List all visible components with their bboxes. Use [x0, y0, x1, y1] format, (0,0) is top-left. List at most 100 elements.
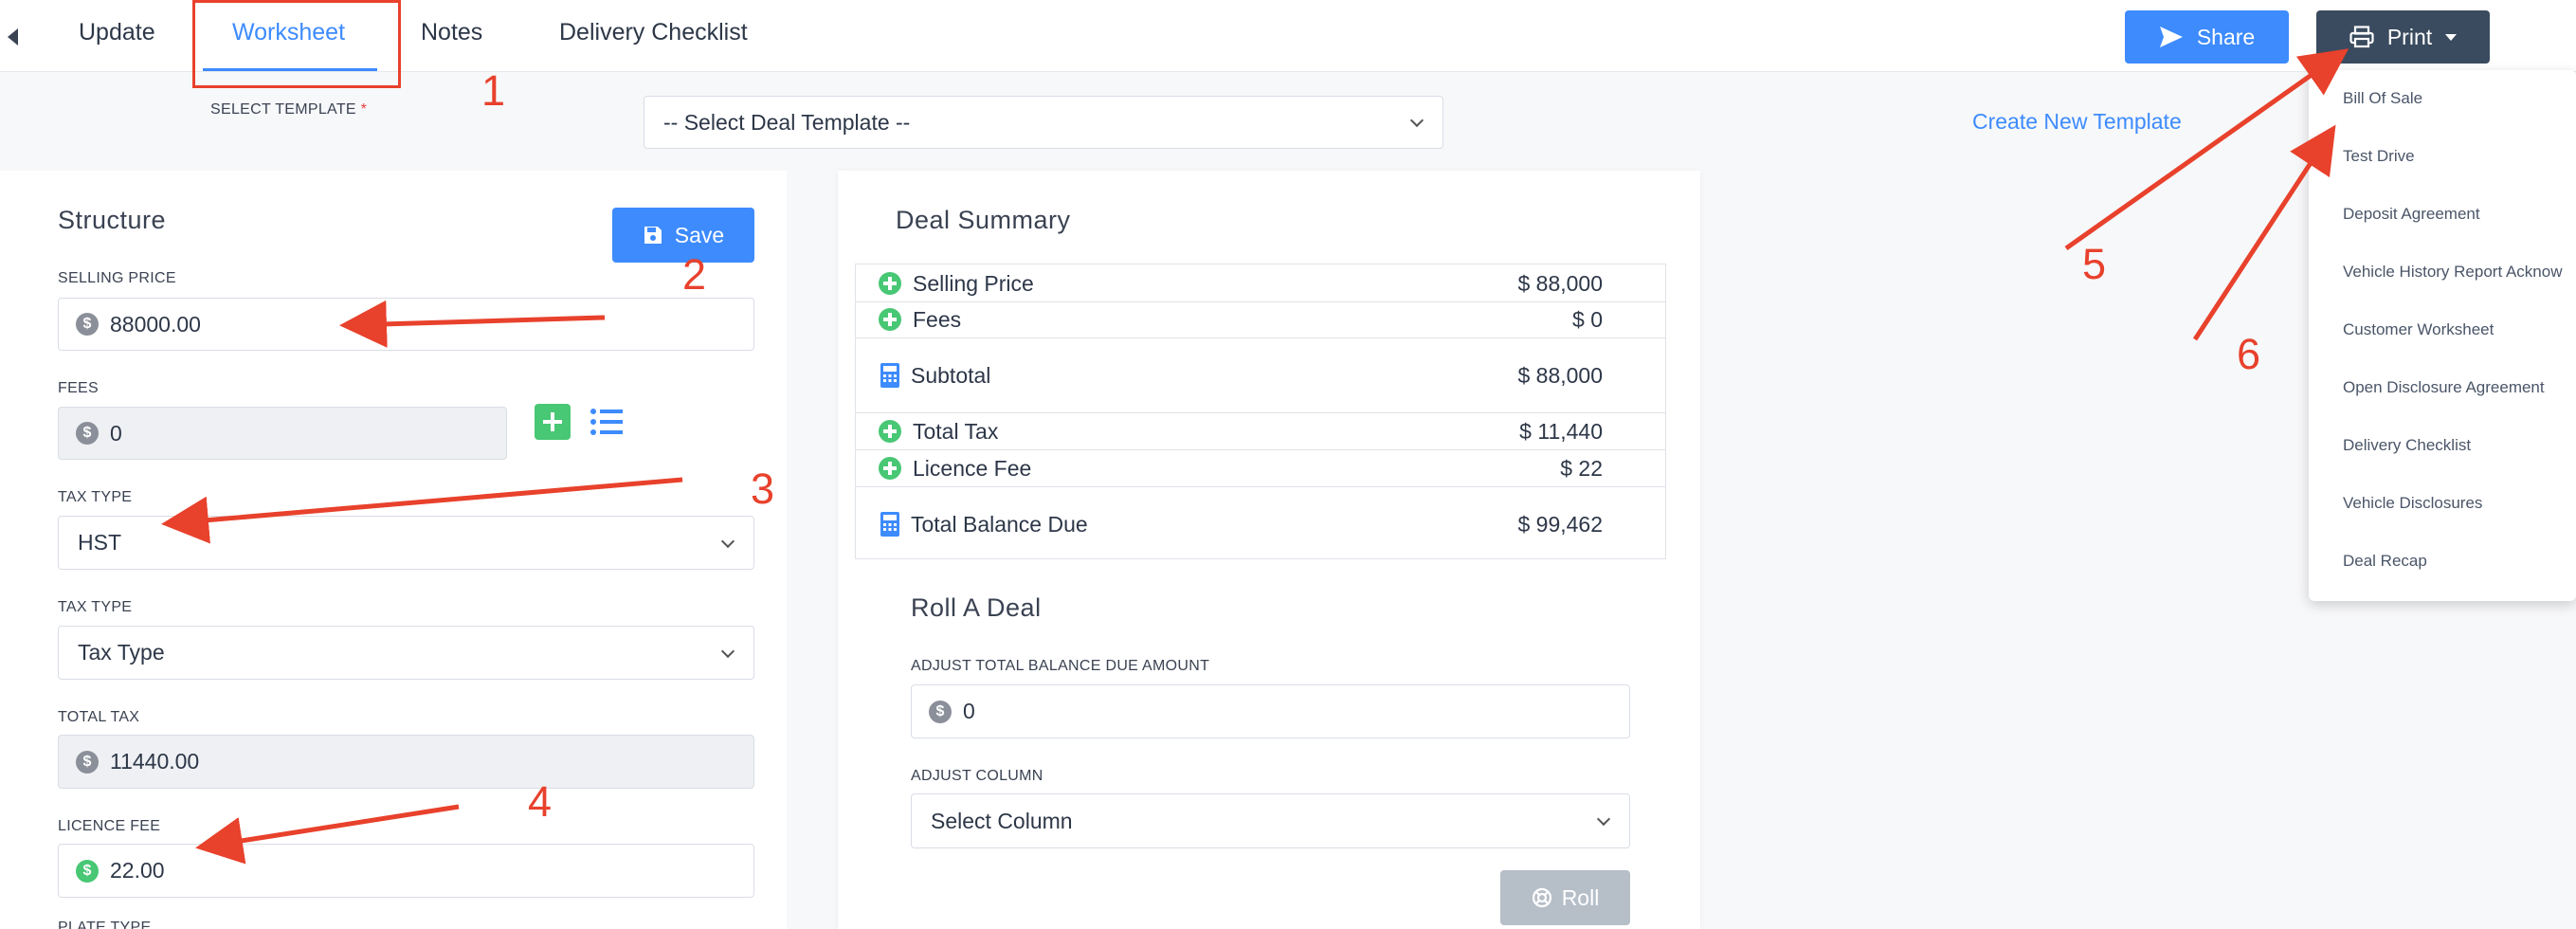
- structure-title: Structure: [58, 206, 167, 234]
- plate-type-label: PLATE TYPE: [58, 920, 152, 929]
- summary-row: Licence Fee $ 22: [856, 454, 1665, 483]
- print-dropdown-menu: Bill Of Sale Test Drive Deposit Agreemen…: [2309, 70, 2576, 601]
- fees-label: FEES: [58, 380, 99, 396]
- summary-row-amount: $ 88,000: [1517, 270, 1603, 296]
- licence-fee-label: LICENCE FEE: [58, 818, 161, 834]
- dollar-icon: $: [76, 313, 99, 336]
- annotation-number: 3: [751, 464, 775, 513]
- summary-row-label: Licence Fee: [913, 455, 1032, 481]
- menu-item-open-disclosure-agreement[interactable]: Open Disclosure Agreement: [2343, 378, 2545, 397]
- chevron-down-icon: [720, 644, 735, 658]
- create-new-template-link[interactable]: Create New Template: [1972, 109, 2182, 135]
- divider: [856, 301, 1665, 302]
- deal-summary-table: Selling Price $ 88,000 Fees $ 0 Subtotal…: [855, 264, 1666, 559]
- annotation-number: 4: [528, 777, 553, 826]
- back-arrow-icon[interactable]: [4, 23, 23, 49]
- deal-template-select[interactable]: -- Select Deal Template --: [644, 96, 1443, 149]
- summary-row-amount: $ 99,462: [1517, 511, 1603, 537]
- annotation-number: 2: [682, 250, 707, 299]
- calculator-icon: [880, 363, 899, 388]
- calculator-icon: [880, 512, 899, 537]
- adjust-column-select[interactable]: Select Column: [911, 793, 1630, 848]
- send-icon: [2159, 27, 2183, 47]
- divider: [856, 337, 1665, 338]
- summary-row-label: Total Tax: [913, 418, 999, 444]
- menu-item-vehicle-disclosures[interactable]: Vehicle Disclosures: [2343, 494, 2482, 513]
- chevron-down-icon: [720, 534, 735, 548]
- tax-type-secondary-label: TAX TYPE: [58, 599, 133, 615]
- life-ring-icon: [1532, 887, 1551, 908]
- deal-summary-title: Deal Summary: [896, 206, 1071, 234]
- plus-circle-icon[interactable]: [879, 272, 901, 295]
- chevron-down-icon: [1409, 113, 1424, 128]
- total-tax-label: TOTAL TAX: [58, 709, 140, 725]
- summary-row-label: Subtotal: [911, 362, 991, 388]
- summary-row: Fees $ 0: [856, 305, 1665, 334]
- annotation-highlight-box: [192, 0, 401, 88]
- tab-notes[interactable]: Notes: [421, 19, 482, 46]
- chevron-down-icon: [1596, 811, 1611, 827]
- menu-item-delivery-checklist[interactable]: Delivery Checklist: [2343, 436, 2471, 455]
- plus-circle-icon[interactable]: [879, 420, 901, 443]
- adjust-balance-label: ADJUST TOTAL BALANCE DUE AMOUNT: [911, 658, 1210, 674]
- selling-price-field[interactable]: $ 88000.00: [58, 298, 754, 351]
- dollar-icon: $: [929, 700, 952, 723]
- adjust-balance-field[interactable]: $ 0: [911, 684, 1630, 738]
- divider: [856, 449, 1665, 450]
- fees-value: 0: [110, 420, 122, 446]
- selling-price-value: 88000.00: [110, 311, 201, 337]
- share-button[interactable]: Share: [2125, 10, 2289, 64]
- tab-update[interactable]: Update: [79, 19, 155, 46]
- roll-button-label: Roll: [1561, 884, 1600, 910]
- summary-row-amount: $ 22: [1560, 455, 1603, 481]
- annotation-number: 6: [2237, 330, 2261, 378]
- summary-row-amount: $ 88,000: [1517, 362, 1603, 388]
- floppy-disk-icon: [644, 227, 662, 244]
- dollar-icon: $: [76, 859, 99, 883]
- menu-item-vehicle-history-report[interactable]: Vehicle History Report Acknow: [2343, 263, 2563, 282]
- selling-price-label: SELLING PRICE: [58, 270, 176, 286]
- summary-row-label: Fees: [913, 306, 962, 332]
- tax-type-label: TAX TYPE: [58, 489, 133, 505]
- tax-type-select-value: HST: [78, 530, 121, 555]
- annotation-number: 1: [481, 66, 506, 115]
- roll-a-deal-title: Roll A Deal: [911, 593, 1042, 622]
- tax-type-select[interactable]: HST: [58, 516, 754, 570]
- list-icon[interactable]: [590, 406, 624, 438]
- divider: [856, 486, 1665, 487]
- summary-row: Subtotal $ 88,000: [856, 356, 1665, 394]
- roll-button[interactable]: Roll: [1500, 870, 1630, 925]
- menu-item-test-drive[interactable]: Test Drive: [2343, 147, 2415, 166]
- fees-field: $ 0: [58, 407, 507, 460]
- menu-item-deposit-agreement[interactable]: Deposit Agreement: [2343, 205, 2480, 224]
- adjust-column-label: ADJUST COLUMN: [911, 768, 1043, 784]
- print-button-label: Print: [2386, 24, 2433, 49]
- divider: [856, 412, 1665, 413]
- summary-row: Selling Price $ 88,000: [856, 269, 1665, 298]
- summary-row-label: Selling Price: [913, 270, 1034, 296]
- licence-fee-field[interactable]: $ 22.00: [58, 844, 754, 898]
- annotation-number: 5: [2082, 240, 2107, 288]
- add-fee-icon[interactable]: [535, 404, 571, 440]
- tax-type-secondary-select[interactable]: Tax Type: [58, 626, 754, 680]
- summary-row: Total Balance Due $ 99,462: [856, 505, 1665, 543]
- total-tax-field: $ 11440.00: [58, 735, 754, 789]
- print-button[interactable]: Print: [2316, 10, 2490, 64]
- tab-delivery-checklist[interactable]: Delivery Checklist: [559, 19, 748, 46]
- menu-item-customer-worksheet[interactable]: Customer Worksheet: [2343, 320, 2494, 339]
- plus-circle-icon[interactable]: [879, 308, 901, 331]
- total-tax-value: 11440.00: [110, 749, 200, 774]
- summary-row-label: Total Balance Due: [911, 511, 1088, 537]
- caret-down-icon: [2445, 33, 2458, 41]
- summary-row-amount: $ 0: [1572, 306, 1603, 332]
- menu-item-bill-of-sale[interactable]: Bill Of Sale: [2343, 89, 2422, 108]
- adjust-balance-value: 0: [963, 699, 975, 723]
- menu-item-deal-recap[interactable]: Deal Recap: [2343, 552, 2427, 571]
- annotation-arrow: [2064, 48, 2349, 251]
- summary-row-amount: $ 11,440: [1519, 418, 1603, 444]
- select-template-label: SELECT TEMPLATE *: [210, 101, 368, 118]
- save-button-label: Save: [674, 222, 725, 247]
- dollar-icon: $: [76, 422, 99, 445]
- plus-circle-icon[interactable]: [879, 457, 901, 480]
- licence-fee-value: 22.00: [110, 858, 165, 883]
